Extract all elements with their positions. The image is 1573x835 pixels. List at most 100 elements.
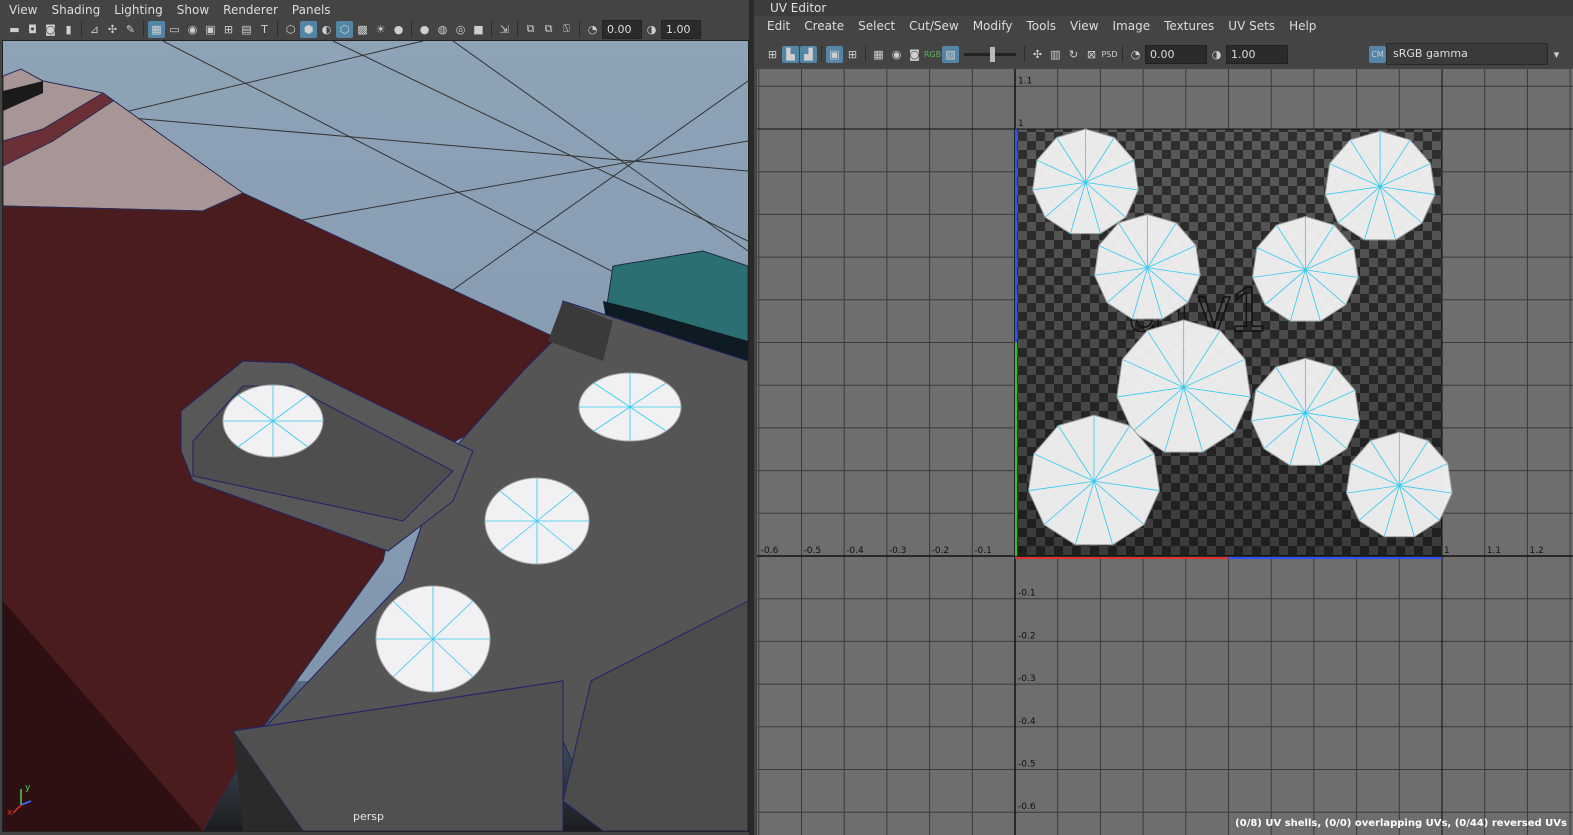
- uv-gamma-field[interactable]: 1.00: [1226, 44, 1288, 64]
- wireframe-on-shaded-icon[interactable]: ⬡: [336, 20, 353, 38]
- two-d-pan-icon[interactable]: ✣: [104, 21, 121, 38]
- uv-viewport[interactable]: u1v1 -0.6 -0.5 -0.4 -0.3 -0.2 -0.1 0 1 1.1 1.2 1.1…: [757, 69, 1573, 835]
- bolt-disc-4[interactable]: [375, 585, 491, 693]
- uv-editor-toolbar: ⊞ ▙ ▟ ▣ ⊞ ▦ ◉ ◙ RGB ▨ ✣ ▥ ↻ ⊠ PSD ◔ 0.00…: [764, 44, 1288, 64]
- perspective-viewport[interactable]: y x persp: [2, 40, 749, 832]
- shadows-icon[interactable]: ●: [390, 21, 407, 38]
- bolt-disc-2[interactable]: [578, 372, 682, 442]
- update-psd-icon[interactable]: ↻: [1065, 46, 1082, 63]
- uv-y-tick-label: -0.1: [1018, 589, 1036, 599]
- uv-menu-cutsew[interactable]: Cut/Sew: [902, 19, 966, 33]
- snapshot-icon[interactable]: ◙: [906, 46, 923, 63]
- wireframe-icon[interactable]: ⬡: [282, 21, 299, 38]
- bookmark-icon[interactable]: ▮: [60, 21, 77, 38]
- gamma-field[interactable]: 1.00: [661, 19, 701, 39]
- image-ratio-icon[interactable]: ▥: [1047, 46, 1064, 63]
- safe-title-icon[interactable]: T: [256, 21, 273, 38]
- viewport-menubar: View Shading Lighting Show Renderer Pane…: [2, 0, 338, 19]
- uv-menu-select[interactable]: Select: [851, 19, 902, 33]
- camera-select-icon[interactable]: ▬: [6, 21, 23, 38]
- filter-icon[interactable]: ✣: [1029, 46, 1046, 63]
- toolbar-separator: [81, 21, 82, 37]
- grid-icon[interactable]: ▦: [148, 20, 165, 38]
- dim-image-slider[interactable]: [964, 46, 1016, 62]
- toolbar-separator: [821, 46, 822, 62]
- chevron-down-icon[interactable]: ▾: [1548, 46, 1565, 63]
- uv-menu-uvsets[interactable]: UV Sets: [1221, 19, 1282, 33]
- color-management-icon[interactable]: CM: [1369, 45, 1386, 63]
- xray-icon[interactable]: ⧉: [522, 21, 539, 38]
- viewport-toolbar: ▬ ◘ ◙ ▮ ⊿ ✣ ✎ ▦ ▭ ◉ ▣ ⊞ ▤ T ⬡ ⬢ ◐ ⬡ ▩ ☀ …: [6, 19, 701, 39]
- image-plane-icon[interactable]: ⊿: [86, 21, 103, 38]
- uv-x-tick-label: -0.4: [846, 546, 864, 556]
- uv-bounds-icon[interactable]: ⊠: [1083, 46, 1100, 63]
- uv-x-tick-label: -0.1: [974, 546, 992, 556]
- image-display-icon[interactable]: ▨: [942, 45, 959, 63]
- dim-image-slider-handle[interactable]: [990, 46, 995, 62]
- xray-components-icon[interactable]: ⍂: [558, 21, 575, 38]
- uv-menu-modify[interactable]: Modify: [966, 19, 1020, 33]
- exposure-icon[interactable]: ◔: [1127, 46, 1144, 63]
- rgb-channel-icon[interactable]: RGB: [924, 46, 941, 63]
- menu-lighting[interactable]: Lighting: [107, 3, 170, 17]
- bolt-disc-3[interactable]: [484, 477, 590, 565]
- textured-icon[interactable]: ▩: [354, 21, 371, 38]
- film-gate-icon[interactable]: ▭: [166, 21, 183, 38]
- lighting-icon[interactable]: ☀: [372, 21, 389, 38]
- uv-menu-image[interactable]: Image: [1106, 19, 1158, 33]
- gamma-icon[interactable]: ◑: [643, 21, 660, 38]
- xray-joints-icon[interactable]: ⧉: [540, 21, 557, 38]
- uv-menu-tools[interactable]: Tools: [1019, 19, 1063, 33]
- exposure-icon[interactable]: ◔: [584, 21, 601, 38]
- toolbar-separator: [579, 21, 580, 37]
- gamma-icon[interactable]: ◑: [1208, 46, 1225, 63]
- uv-x-tick-label: 1: [1444, 546, 1450, 556]
- uv-menu-textures[interactable]: Textures: [1157, 19, 1221, 33]
- checker-icon[interactable]: ⊞: [844, 46, 861, 63]
- bolt-disc-1[interactable]: [222, 384, 324, 458]
- gate-mask-icon[interactable]: ▣: [202, 21, 219, 38]
- motion-blur-icon[interactable]: ◍: [434, 21, 451, 38]
- uv-y-tick-label: -0.3: [1018, 674, 1036, 684]
- uv-menu-help[interactable]: Help: [1282, 19, 1323, 33]
- uv-x-tick-label: -0.2: [932, 546, 950, 556]
- shaded-uv-icon[interactable]: ▙: [782, 45, 799, 63]
- isolate-icon[interactable]: ⇲: [496, 21, 513, 38]
- pixel-snap-icon[interactable]: ◉: [888, 46, 905, 63]
- uv-x-tick-label: -0.6: [761, 546, 779, 556]
- uv-shell-icon[interactable]: ⊞: [764, 46, 781, 63]
- menu-renderer[interactable]: Renderer: [216, 3, 285, 17]
- uv-menu-view[interactable]: View: [1063, 19, 1105, 33]
- camera-icon[interactable]: ◘: [24, 21, 41, 38]
- grease-pencil-icon[interactable]: ✎: [122, 21, 139, 38]
- camera-name-label: persp: [353, 810, 384, 823]
- flat-shade-icon[interactable]: ◐: [318, 21, 335, 38]
- uv-x-tick-label: 0: [1017, 546, 1023, 556]
- toolbar-separator: [491, 21, 492, 37]
- psd-icon[interactable]: PSD: [1101, 46, 1118, 63]
- color-space-control: CM sRGB gamma ▾: [1369, 43, 1565, 65]
- uv-x-tick-label: 1.2: [1529, 546, 1543, 556]
- distortion-icon[interactable]: ▟: [800, 45, 817, 63]
- axis-label-y: y: [25, 783, 31, 793]
- menu-shading[interactable]: Shading: [44, 3, 107, 17]
- exposure-field[interactable]: 0.00: [602, 19, 642, 39]
- smooth-shade-icon[interactable]: ⬢: [300, 20, 317, 38]
- menu-panels[interactable]: Panels: [285, 3, 338, 17]
- grid-display-icon[interactable]: ▦: [870, 46, 887, 63]
- menu-view[interactable]: View: [2, 3, 44, 17]
- uv-menu-create[interactable]: Create: [797, 19, 851, 33]
- uv-menu-edit[interactable]: Edit: [760, 19, 797, 33]
- color-space-select[interactable]: sRGB gamma: [1386, 43, 1548, 65]
- uv-exposure-field[interactable]: 0.00: [1145, 44, 1207, 64]
- safe-action-icon[interactable]: ▤: [238, 21, 255, 38]
- viewport-scene: [3, 41, 748, 831]
- camera-attr-icon[interactable]: ◙: [42, 21, 59, 38]
- depth-of-field-icon[interactable]: ■: [470, 21, 487, 38]
- resolution-gate-icon[interactable]: ◉: [184, 21, 201, 38]
- texture-borders-icon[interactable]: ▣: [826, 45, 843, 63]
- menu-show[interactable]: Show: [170, 3, 216, 17]
- anti-alias-icon[interactable]: ◎: [452, 21, 469, 38]
- field-chart-icon[interactable]: ⊞: [220, 21, 237, 38]
- screen-space-ao-icon[interactable]: ●: [416, 21, 433, 38]
